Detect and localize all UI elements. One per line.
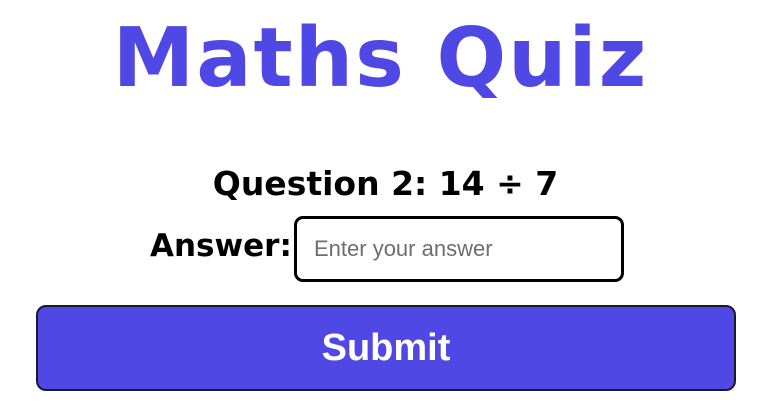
- answer-label: Answer:: [150, 228, 292, 264]
- page-title: Maths Quiz: [112, 11, 649, 106]
- submit-button[interactable]: Submit: [36, 305, 736, 391]
- question-text: Question 2: 14 ÷ 7: [212, 164, 559, 203]
- answer-input[interactable]: [294, 216, 624, 282]
